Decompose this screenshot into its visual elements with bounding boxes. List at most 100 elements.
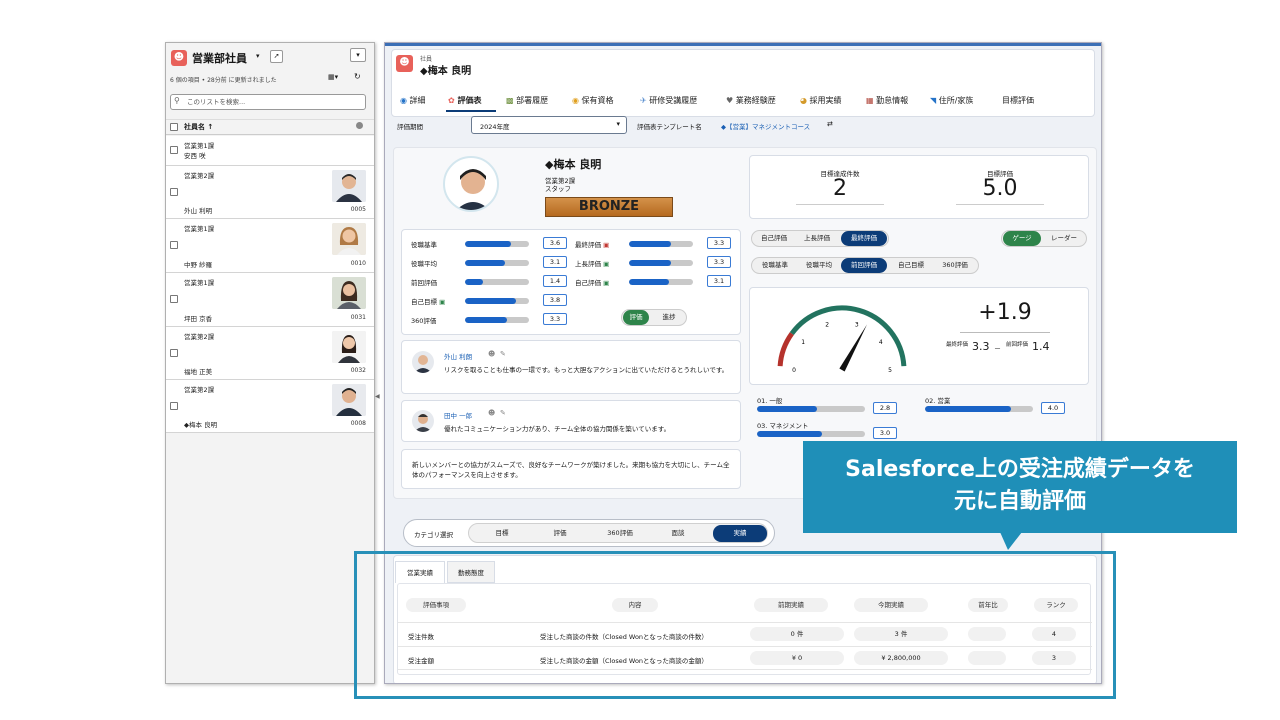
list-item[interactable]: 営業第2課 ◆梅本 良明 0008 <box>166 380 374 433</box>
row-dept: 営業第2課 <box>184 172 215 180</box>
row-checkbox[interactable] <box>170 349 178 357</box>
list-item[interactable]: 営業第1課 安西 咲 <box>166 136 374 166</box>
tab-qualifications[interactable]: ◉ 保有資格 <box>572 95 614 106</box>
row-checkbox[interactable] <box>170 295 178 303</box>
window-top-bar <box>385 43 1101 46</box>
select-all-checkbox[interactable] <box>170 123 178 131</box>
tab-self-eval[interactable]: 自己評価 <box>753 231 795 246</box>
score-label: 360評価 <box>411 317 437 325</box>
tab-training-history[interactable]: ✈ 研修受講履歴 <box>640 95 697 106</box>
tab-360-eval[interactable]: 360評価 <box>933 258 977 273</box>
toggle-progress[interactable]: 進捗 <box>655 310 683 325</box>
score-value: 3.8 <box>543 294 567 306</box>
tab-gauge[interactable]: ゲージ <box>1003 231 1041 246</box>
list-item[interactable]: 営業第1課 坪田 京香 0031 <box>166 273 374 327</box>
list-meta: 6 個の項目 • 28分前 に更新されました <box>170 77 277 84</box>
tab-attendance[interactable]: ▦ 勤怠情報 <box>866 95 908 106</box>
category-label: 02. 営業 <box>925 397 951 405</box>
gauge-card: 0 1 2 3 4 5 +1.9 最終評価 3.3 － 前回評価 1.4 <box>749 287 1089 385</box>
score-bar-fill <box>629 260 672 266</box>
edit-icon[interactable]: ✎ <box>500 409 506 417</box>
display-as-icon[interactable]: ▦▾ <box>328 73 338 81</box>
callout-box: Salesforce上の受注成績データを 元に自動評価 <box>803 441 1237 533</box>
lock-icon: ▣ <box>439 298 446 306</box>
tab-previous-eval[interactable]: 前回評価 <box>841 258 887 273</box>
list-item[interactable]: 営業第2課 外山 利明 0005 <box>166 166 374 219</box>
row-name[interactable]: 坪田 京香 <box>184 313 212 323</box>
tab-role-average[interactable]: 役職平均 <box>797 258 841 273</box>
row-checkbox[interactable] <box>170 241 178 249</box>
option-evaluation[interactable]: 評価 <box>537 526 583 541</box>
list-item[interactable]: 営業第1課 中野 紗羅 0010 <box>166 219 374 273</box>
score-label-text: 最終評価 <box>575 241 601 249</box>
tab-role-standard[interactable]: 役職基準 <box>753 258 797 273</box>
row-checkbox[interactable] <box>170 188 178 196</box>
tab-label: 勤怠情報 <box>876 96 909 105</box>
category-label: 03. マネジメント <box>757 422 809 430</box>
comment-card: 田中 一郎 ☻ ✎ 優れたコミュニケーション力があり、チーム全体の協力関係を築い… <box>401 400 741 442</box>
tab-final-eval[interactable]: 最終評価 <box>841 231 887 246</box>
tab-boss-eval[interactable]: 上長評価 <box>795 231 839 246</box>
row-name[interactable]: 中野 紗羅 <box>184 259 212 269</box>
summary-text: 新しいメンバーとの協力がスムーズで、良好なチームワークが築けました。来期も協力を… <box>412 461 730 479</box>
row-checkbox[interactable] <box>170 146 178 154</box>
row-dept: 営業第2課 <box>184 333 215 341</box>
row-name[interactable]: 外山 利明 <box>184 205 212 215</box>
tab-goal-evaluation[interactable]: 目標評価 <box>1002 95 1034 106</box>
avatar <box>332 277 366 309</box>
edit-icon[interactable]: ✎ <box>500 350 506 358</box>
list-menu-button[interactable]: ▾ <box>350 48 366 62</box>
row-name[interactable]: 安西 咲 <box>184 150 206 160</box>
list-search-input[interactable]: このリストを検索... <box>170 94 366 110</box>
tab-evaluation[interactable]: ✿ 評価表 <box>448 95 482 106</box>
chevron-down-icon[interactable]: ▾ <box>256 52 260 60</box>
column-header-label: 社員名 ↑ <box>184 123 214 131</box>
callout-line-2: 元に自動評価 <box>953 489 1086 514</box>
template-link[interactable]: ◆【営業】マネジメントコース <box>721 121 810 131</box>
score-label: 上長評価 ▣ <box>575 258 609 268</box>
kpi-card: 目標達成件数 2 目標評価 5.0 <box>749 155 1089 219</box>
avatar <box>412 410 434 432</box>
option-interview[interactable]: 面談 <box>655 526 701 541</box>
comment-author[interactable]: 田中 一郎 <box>444 410 472 420</box>
list-title[interactable]: 営業部社員 <box>192 50 247 66</box>
comment-card: 外山 利朗 ☻ ✎ リスクを取ることも仕事の一環です。もっと大胆なアクションに出… <box>401 340 741 394</box>
medal-icon: ◉ <box>572 96 579 105</box>
tab-detail[interactable]: ◉ 詳細 <box>400 95 426 106</box>
toggle-evaluation[interactable]: 評価 <box>623 310 649 325</box>
refresh-icon[interactable]: ↻ <box>354 72 361 81</box>
option-360[interactable]: 360評価 <box>595 526 645 541</box>
achieved-value: 2 <box>833 176 847 201</box>
swap-icon[interactable]: ⇄ <box>827 120 833 128</box>
lock-icon: ▣ <box>603 279 610 287</box>
period-value: 2024年度 <box>480 123 510 131</box>
tab-work-experience[interactable]: ♥ 業務経験歴 <box>726 95 776 106</box>
tab-department-history[interactable]: ▩ 部署履歴 <box>506 95 548 106</box>
row-checkbox[interactable] <box>170 402 178 410</box>
option-goal[interactable]: 目標 <box>479 526 525 541</box>
score-value: 5.0 <box>982 176 1018 201</box>
tab-radar[interactable]: レーダー <box>1043 231 1085 246</box>
category-value: 3.0 <box>873 427 897 439</box>
divider <box>960 332 1050 333</box>
list-item[interactable]: 営業第2課 福地 正美 0032 <box>166 327 374 380</box>
column-header-name[interactable]: 社員名 ↑ <box>166 119 374 135</box>
pin-icon[interactable]: ➚ <box>270 50 283 63</box>
tab-self-goal[interactable]: 自己目標 <box>889 258 933 273</box>
tab-recruiting[interactable]: ◕ 採用実績 <box>800 95 842 106</box>
row-name[interactable]: ◆梅本 良明 <box>184 419 217 429</box>
people-icon: ☻ <box>171 50 187 66</box>
score-value: 3.1 <box>707 275 731 287</box>
row-name[interactable]: 福地 正美 <box>184 366 212 376</box>
panel-splitter-handle[interactable]: ◀ <box>375 393 380 400</box>
period-select[interactable]: 2024年度 ▾ <box>471 116 627 134</box>
comment-author[interactable]: 外山 利朗 <box>444 351 472 361</box>
category-bar <box>757 406 865 412</box>
column-settings-icon[interactable] <box>356 122 363 129</box>
score-bar <box>465 317 529 323</box>
tab-address-family[interactable]: ◥ 住所/家族 <box>930 95 973 106</box>
highlight-frame <box>354 551 1116 699</box>
option-results[interactable]: 実績 <box>713 525 767 542</box>
avatar <box>332 223 366 255</box>
score-label-text: 自己評価 <box>575 279 601 287</box>
